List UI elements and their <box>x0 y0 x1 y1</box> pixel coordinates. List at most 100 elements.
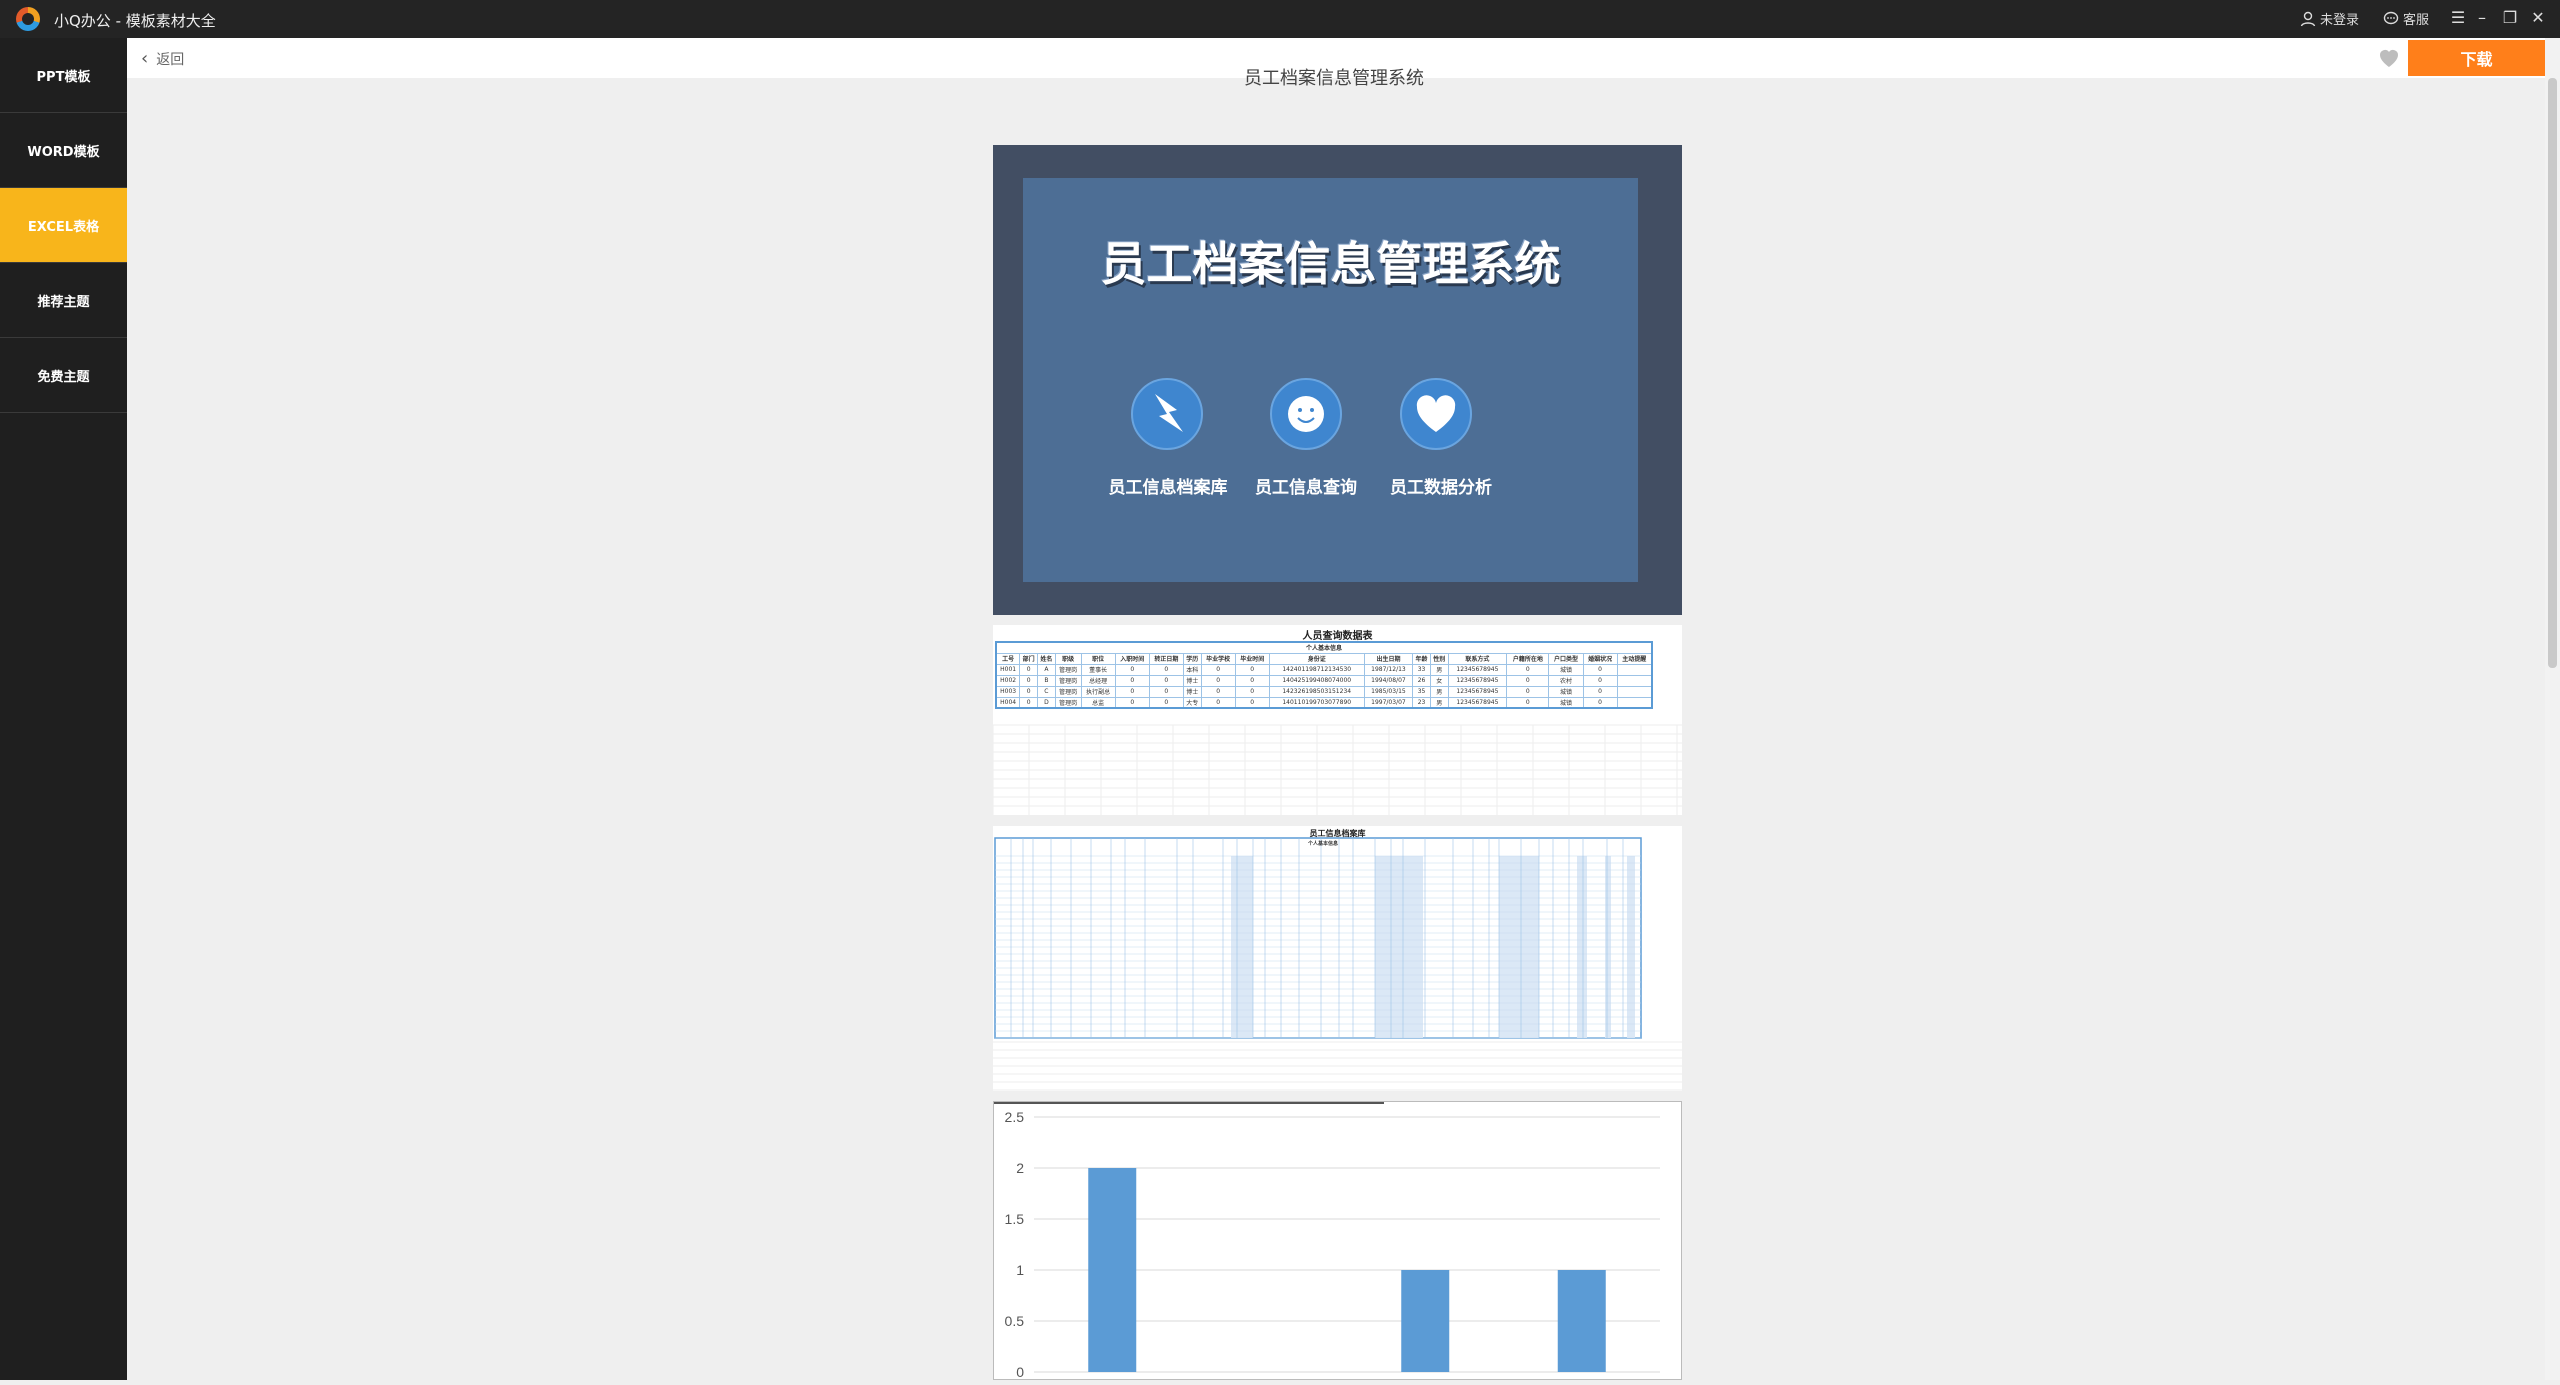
table-cell: H004 <box>995 696 1021 709</box>
table-cell: 本科 <box>1182 663 1202 676</box>
table-cell: 0 <box>1114 663 1150 676</box>
table-row: H002 0 B 管理岗 总经理 0 0 博士 0 0 140425199408074000 1994… <box>995 674 1653 687</box>
feature-label: 员工数据分析 <box>1390 478 1492 498</box>
table-cell: 农村 <box>1548 674 1584 687</box>
sidebar-item-free[interactable]: 免费主题 <box>0 338 127 413</box>
table-cell: 0 <box>1200 674 1236 687</box>
sidebar-item-label: WORD模板 <box>27 144 100 160</box>
chart-bar <box>1557 1270 1606 1372</box>
sidebar-item-label: PPT模板 <box>36 69 91 85</box>
table-cell: 26 <box>1412 674 1431 687</box>
table-header-cell: 转正日期 <box>1148 652 1184 665</box>
table-header-cell: 工号 <box>995 652 1021 665</box>
close-icon[interactable]: ✕ <box>2526 6 2550 30</box>
smiley-icon <box>1270 378 1342 450</box>
table-cell: 12345678945 <box>1447 663 1508 676</box>
sidebar: PPT模板 WORD模板 EXCEL表格 推荐主题 免费主题 <box>0 38 127 1380</box>
table-cell: 142326198503151234 <box>1268 685 1365 698</box>
menu-icon[interactable]: ☰ <box>2446 6 2470 30</box>
table-cell: 0 <box>1114 674 1150 687</box>
table-cell: 男 <box>1429 663 1449 676</box>
table-cell: 男 <box>1429 685 1449 698</box>
table-row: H004 0 D 管理岗 总监 0 0 大专 0 0 140110199703077890 1997/… <box>995 696 1653 709</box>
favorite-heart-icon[interactable] <box>2377 46 2401 70</box>
sidebar-item-recommended[interactable]: 推荐主题 <box>0 263 127 338</box>
feature-label: 员工信息档案库 <box>1108 478 1228 498</box>
table-cell: 0 <box>1148 663 1184 676</box>
table-cell: 0 <box>1114 696 1150 709</box>
sidebar-item-word[interactable]: WORD模板 <box>0 113 127 188</box>
back-button[interactable]: ‹ 返回 <box>141 48 184 69</box>
minimize-icon[interactable]: – <box>2470 6 2494 30</box>
table-cell: 总经理 <box>1080 674 1116 687</box>
chevron-left-icon: ‹ <box>141 48 149 69</box>
table-cell: 35 <box>1412 685 1431 698</box>
table-cell: 1994/08/07 <box>1363 674 1414 687</box>
table-cell: 0 <box>1019 663 1039 676</box>
table-cell: H003 <box>995 685 1021 698</box>
page-title: 员工档案信息管理系统 <box>1244 68 1424 89</box>
y-tick-label: 0.5 <box>1005 1313 1025 1329</box>
table-cell: 140110199703077890 <box>1268 696 1365 709</box>
y-tick-label: 1.5 <box>1005 1211 1025 1227</box>
login-label: 未登录 <box>2320 13 2360 28</box>
service-button[interactable]: 客服 <box>2383 9 2429 28</box>
y-tick-label: 2.5 <box>1005 1109 1025 1125</box>
table-header-cell: 户口类型 <box>1548 652 1584 665</box>
table-cell: 城镇 <box>1548 663 1584 676</box>
table-header-cell: 联系方式 <box>1447 652 1508 665</box>
preview-chart: 0 0.5 1 1.5 2 2.5 <box>993 1101 1682 1380</box>
sidebar-item-label: 免费主题 <box>37 369 90 385</box>
table-cell: 0 <box>1506 685 1550 698</box>
table-cell: 董事长 <box>1080 663 1116 676</box>
table-cell: 0 <box>1582 685 1618 698</box>
login-button[interactable]: 未登录 <box>2300 9 2359 28</box>
table-cell: 0 <box>1582 674 1618 687</box>
y-tick-label: 2 <box>1016 1160 1024 1176</box>
table-header-cell: 入职时间 <box>1114 652 1150 665</box>
sidebar-item-label: 推荐主题 <box>37 294 90 310</box>
table-cell: 0 <box>1582 663 1618 676</box>
query-table: 个人基本信息 工号 部门 姓名 职级 职位 入职时间 转正日期 学历 毕业学校 毕业时间 身份证 出生… <box>995 641 1653 709</box>
table-cell: 执行副总 <box>1080 685 1116 698</box>
app-title: 小Q办公 - 模板素材大全 <box>54 12 216 30</box>
table-cell: 博士 <box>1182 674 1202 687</box>
table-cell: 0 <box>1234 685 1270 698</box>
table-cell: 0 <box>1019 696 1039 709</box>
table-cell: H002 <box>995 674 1021 687</box>
table-cell: 管理岗 <box>1054 663 1082 676</box>
table-header-cell: 毕业学校 <box>1200 652 1236 665</box>
table-cell: 0 <box>1234 663 1270 676</box>
table-cell: 142401198712134530 <box>1268 663 1365 676</box>
table-cell <box>1616 696 1653 709</box>
download-label: 下载 <box>2460 50 2493 69</box>
sidebar-item-excel[interactable]: EXCEL表格 <box>0 188 127 263</box>
download-button[interactable]: 下载 <box>2408 40 2545 76</box>
title-bar: 小Q办公 - 模板素材大全 未登录 客服 ☰ – ❐ ✕ <box>0 0 2560 38</box>
table-header-cell: 性别 <box>1429 652 1449 665</box>
sidebar-item-ppt[interactable]: PPT模板 <box>0 38 127 113</box>
table-header-cell: 年龄 <box>1412 652 1431 665</box>
table-cell: 0 <box>1019 685 1039 698</box>
table-cell: 33 <box>1412 663 1431 676</box>
scroll-thumb[interactable] <box>2548 78 2557 668</box>
table-cell: 男 <box>1429 696 1449 709</box>
restore-icon[interactable]: ❐ <box>2498 6 2522 30</box>
group-header: 个人基本信息 <box>1307 841 1338 847</box>
table-cell: 大专 <box>1182 696 1202 709</box>
table-cell <box>1616 663 1653 676</box>
table-header-cell: 姓名 <box>1037 652 1056 665</box>
y-tick-label: 0 <box>1016 1364 1024 1380</box>
service-label: 客服 <box>2403 13 2430 28</box>
table-header-cell: 户籍所在地 <box>1506 652 1550 665</box>
table-row: H003 0 C 管理岗 执行副总 0 0 博士 0 0 142326198503151234 198… <box>995 685 1653 698</box>
table-cell: H001 <box>995 663 1021 676</box>
table-cell: B <box>1037 674 1056 687</box>
table-cell: 0 <box>1234 674 1270 687</box>
heart-icon <box>1400 378 1472 450</box>
preview-archive-sheet: 员工信息档案库 个人基本信息 <box>993 826 1682 1091</box>
app-logo-icon <box>16 7 40 31</box>
scrollbar[interactable] <box>2545 38 2560 1380</box>
lightning-icon <box>1131 378 1203 450</box>
table-cell: 0 <box>1148 696 1184 709</box>
